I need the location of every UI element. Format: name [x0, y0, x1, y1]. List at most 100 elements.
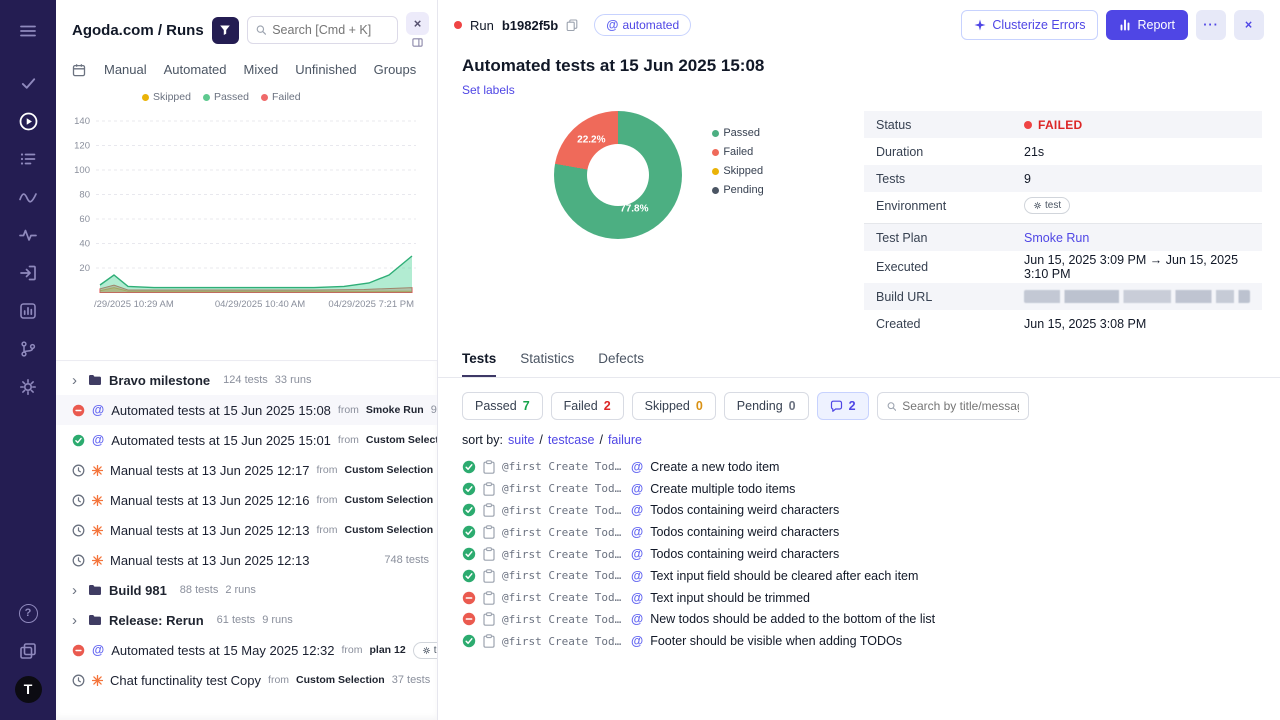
comment-icon: [830, 400, 843, 413]
more-button[interactable]: ···: [1196, 10, 1226, 40]
run-row[interactable]: Manual tests at 13 Jun 2025 12:17 from C…: [56, 455, 437, 485]
analytics-icon[interactable]: [0, 178, 56, 216]
set-labels-link[interactable]: Set labels: [462, 83, 515, 97]
automated-icon: @: [631, 590, 644, 605]
test-row[interactable]: @first Create Todos… @ Todos containing …: [462, 521, 1280, 543]
tab-unfinished[interactable]: Unfinished: [295, 62, 356, 77]
filter-passed-button[interactable]: Passed 7: [462, 392, 543, 420]
scheduled-status-icon: [72, 524, 85, 537]
close-panel-button[interactable]: ×: [406, 12, 429, 35]
clipboard-icon: [483, 503, 495, 517]
close-run-button[interactable]: ×: [1234, 10, 1264, 40]
test-row[interactable]: @first Create Todos… @ Text input field …: [462, 565, 1280, 587]
settings-icon[interactable]: [0, 368, 56, 406]
import-icon[interactable]: [0, 254, 56, 292]
automated-icon: @: [92, 433, 105, 447]
tests-search[interactable]: [876, 392, 1029, 420]
pulse-icon[interactable]: [0, 216, 56, 254]
sort-by-testcase[interactable]: testcase: [548, 433, 595, 447]
tab-statistics[interactable]: Statistics: [520, 351, 574, 377]
help-icon[interactable]: ?: [0, 594, 56, 632]
breadcrumb: Agoda.com / Runs: [72, 21, 204, 39]
automated-icon: @: [631, 547, 644, 562]
left-rail: ? T: [0, 0, 56, 720]
report-button[interactable]: Report: [1106, 10, 1188, 40]
test-row[interactable]: @first Create Todos… @ Todos containing …: [462, 500, 1280, 522]
sort-by-suite[interactable]: suite: [508, 433, 534, 447]
skipped-dot: [142, 93, 149, 101]
run-row[interactable]: Manual tests at 13 Jun 2025 12:13 748 te…: [56, 545, 437, 575]
run-row[interactable]: @ Automated tests at 15 May 2025 12:32 f…: [56, 635, 437, 665]
checks-icon[interactable]: [0, 64, 56, 102]
run-row[interactable]: @ Automated tests at 15 Jun 2025 15:01 f…: [56, 425, 437, 455]
test-filters: Passed 7 Failed 2 Skipped 0 Pending 0 2: [438, 378, 1280, 420]
manual-icon: [92, 495, 103, 506]
test-tag: @first Create Todos…: [502, 634, 624, 648]
run-label: Run: [470, 17, 494, 33]
run-row[interactable]: @ Automated tests at 15 Jun 2025 15:08 f…: [56, 395, 437, 425]
projects-icon[interactable]: [0, 632, 56, 670]
menu-icon[interactable]: [0, 12, 56, 50]
tab-groups[interactable]: Groups: [374, 62, 417, 77]
passed-dot: [712, 129, 720, 137]
run-group-row[interactable]: › Build 981 88 tests 2 runs: [56, 575, 437, 605]
test-row[interactable]: @first Create Todos… @ Footer should be …: [462, 630, 1280, 652]
filter-skipped-button[interactable]: Skipped 0: [631, 392, 716, 420]
comments-filter-button[interactable]: 2: [816, 392, 869, 420]
test-row[interactable]: @first Create Todos… @ Todos containing …: [462, 543, 1280, 565]
tab-automated[interactable]: Automated: [164, 62, 227, 77]
test-row[interactable]: @first Create Todos… @ Create multiple t…: [462, 478, 1280, 500]
gear-icon: [422, 646, 431, 655]
filter-pending-button[interactable]: Pending 0: [723, 392, 809, 420]
manual-icon: [92, 555, 103, 566]
bar-chart-icon: [1119, 19, 1131, 31]
run-group-row[interactable]: › Release: Rerun 61 tests 9 runs: [56, 605, 437, 635]
runs-icon[interactable]: [0, 102, 56, 140]
gear-icon: [1033, 201, 1042, 210]
run-type-tabs: Manual Automated Mixed Unfinished Groups: [56, 56, 437, 87]
automated-badge[interactable]: @ automated: [594, 14, 692, 36]
clipboard-icon: [483, 482, 495, 496]
group-title: Bravo milestone: [109, 372, 211, 388]
tests-search-input[interactable]: [902, 399, 1019, 413]
page-title: Automated tests at 15 Jun 2025 15:08: [462, 56, 765, 75]
clipboard-icon: [483, 460, 495, 474]
app-logo[interactable]: T: [0, 670, 56, 708]
run-row[interactable]: Manual tests at 13 Jun 2025 12:16 from C…: [56, 485, 437, 515]
clipboard-icon: [483, 612, 495, 626]
app: ? T Agoda.com / Runs × Manual Automated …: [0, 0, 1280, 720]
filter-failed-button[interactable]: Failed 2: [550, 392, 624, 420]
environment-badge: test: [412, 641, 437, 659]
clusterize-errors-button[interactable]: Clusterize Errors: [961, 10, 1099, 40]
test-tag: @first Create Todos…: [502, 569, 624, 583]
run-row[interactable]: Chat functinality test Copy from Custom …: [56, 665, 437, 695]
automated-icon: @: [631, 503, 644, 518]
filter-button[interactable]: [211, 16, 239, 44]
test-cases-icon[interactable]: [0, 140, 56, 178]
tab-tests[interactable]: Tests: [462, 351, 497, 377]
tab-defects[interactable]: Defects: [598, 351, 644, 377]
test-row[interactable]: @first Create Todos… @ Create a new todo…: [462, 456, 1280, 478]
passed-status-icon: [462, 482, 476, 496]
test-plan-link[interactable]: Smoke Run: [1024, 231, 1089, 245]
run-row[interactable]: Manual tests at 13 Jun 2025 12:13 from C…: [56, 515, 437, 545]
detail-row-testplan: Test Plan Smoke Run: [864, 224, 1262, 251]
calendar-icon[interactable]: [72, 63, 86, 77]
folder-icon: [88, 584, 102, 596]
collapse-panel-icon[interactable]: [412, 37, 423, 48]
branches-icon[interactable]: [0, 330, 56, 368]
test-tag: @first Create Todos…: [502, 482, 624, 496]
runs-search-input[interactable]: [272, 23, 389, 37]
sort-by-failure[interactable]: failure: [608, 433, 642, 447]
tab-mixed[interactable]: Mixed: [244, 62, 279, 77]
passed-status-icon: [462, 547, 476, 561]
svg-text:04/29/2025 10:40 AM: 04/29/2025 10:40 AM: [215, 299, 305, 310]
search-icon: [887, 401, 897, 412]
runs-search[interactable]: [246, 16, 398, 44]
test-row[interactable]: @first Create Todos… @ Text input should…: [462, 587, 1280, 609]
reports-icon[interactable]: [0, 292, 56, 330]
run-group-row[interactable]: › Bravo milestone 124 tests 33 runs: [56, 365, 437, 395]
test-row[interactable]: @first Create Todos… @ New todos should …: [462, 609, 1280, 631]
tab-manual[interactable]: Manual: [104, 62, 147, 77]
copy-icon[interactable]: [566, 19, 578, 31]
